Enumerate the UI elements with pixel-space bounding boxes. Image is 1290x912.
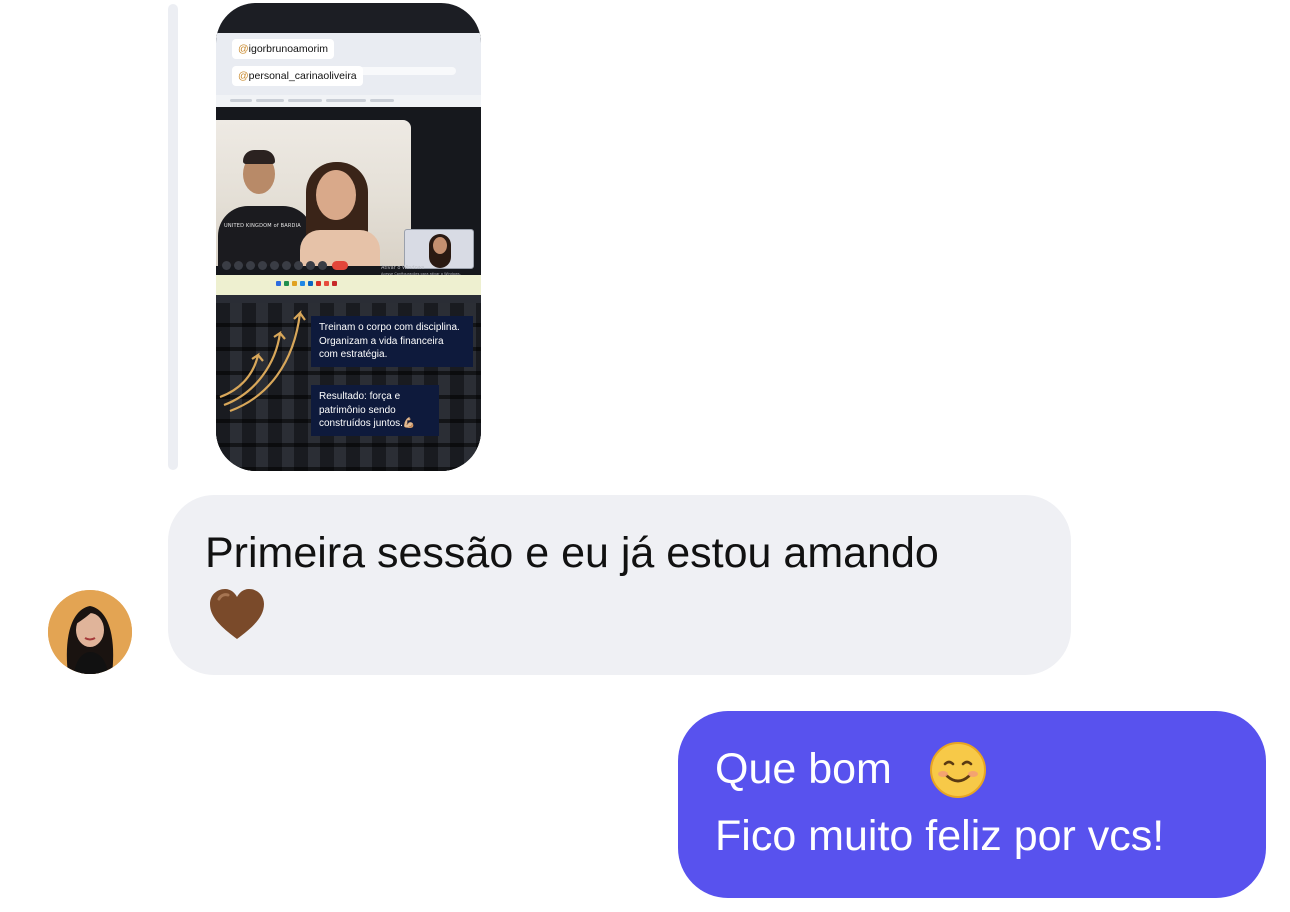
- mic-icon: [222, 261, 231, 270]
- taskbar-app-icon: [332, 281, 337, 286]
- raise-hand-icon: [294, 261, 303, 270]
- man-hair: [243, 150, 275, 164]
- video-call-controls: [222, 261, 352, 273]
- incoming-message-bubble[interactable]: [168, 495, 1071, 675]
- more-icon: [306, 261, 315, 270]
- bookmark: [288, 99, 322, 102]
- story-reply-preview[interactable]: UNITED KINGDOM of BARDIA Ativar o Window…: [216, 3, 481, 471]
- windows-taskbar: [216, 275, 481, 295]
- outgoing-message-line: Fico muito feliz por vcs!: [715, 812, 1165, 860]
- taskbar-app-icon: [300, 281, 305, 286]
- share-screen-icon: [246, 261, 255, 270]
- bookmark: [326, 99, 366, 102]
- options-icon: [318, 261, 327, 270]
- mention-tag[interactable]: @personal_carinaoliveira: [232, 66, 363, 86]
- story-caption: Treinam o corpo com disciplina. Organiza…: [311, 316, 473, 367]
- smiling-face-icon: [930, 742, 986, 798]
- mention-username: igorbrunoamorim: [248, 43, 329, 55]
- outgoing-message-line: Que bom: [715, 745, 892, 793]
- incoming-message-text: Primeira sessão e eu já estou amando: [205, 529, 939, 577]
- brown-heart-icon: [210, 589, 264, 639]
- avatar[interactable]: [48, 590, 132, 674]
- camera-icon: [234, 261, 243, 270]
- reactions-icon: [270, 261, 279, 270]
- mention-tag[interactable]: @igorbrunoamorim: [232, 39, 335, 59]
- bookmark: [370, 99, 394, 102]
- video-call-main-feed: UNITED KINGDOM of BARDIA: [216, 120, 411, 266]
- taskbar-app-icon: [308, 281, 313, 286]
- shirt-print: UNITED KINGDOM of BARDIA: [224, 223, 301, 229]
- taskbar-app-icon: [292, 281, 297, 286]
- at-icon: @: [238, 43, 249, 55]
- at-icon: @: [238, 70, 249, 82]
- taskbar-app-icon: [316, 281, 321, 286]
- present-icon: [282, 261, 291, 270]
- end-call-icon: [332, 261, 348, 270]
- mention-username: personal_carinaoliveira: [248, 70, 357, 82]
- man-body: [218, 206, 313, 266]
- video-call-self-view: [404, 229, 474, 269]
- pip-face: [433, 237, 447, 254]
- woman-head: [316, 170, 356, 220]
- reply-indicator-bar: [168, 4, 178, 470]
- taskbar-app-icon: [284, 281, 289, 286]
- story-caption: Resultado: força e patrimônio sendo cons…: [311, 385, 439, 436]
- growth-arrows-icon: [219, 309, 306, 413]
- bookmark: [256, 99, 284, 102]
- taskbar-app-icon: [276, 281, 281, 286]
- avatar-photo: [48, 590, 132, 674]
- bookmark: [230, 99, 252, 102]
- captions-icon: [258, 261, 267, 270]
- taskbar-app-icon: [324, 281, 329, 286]
